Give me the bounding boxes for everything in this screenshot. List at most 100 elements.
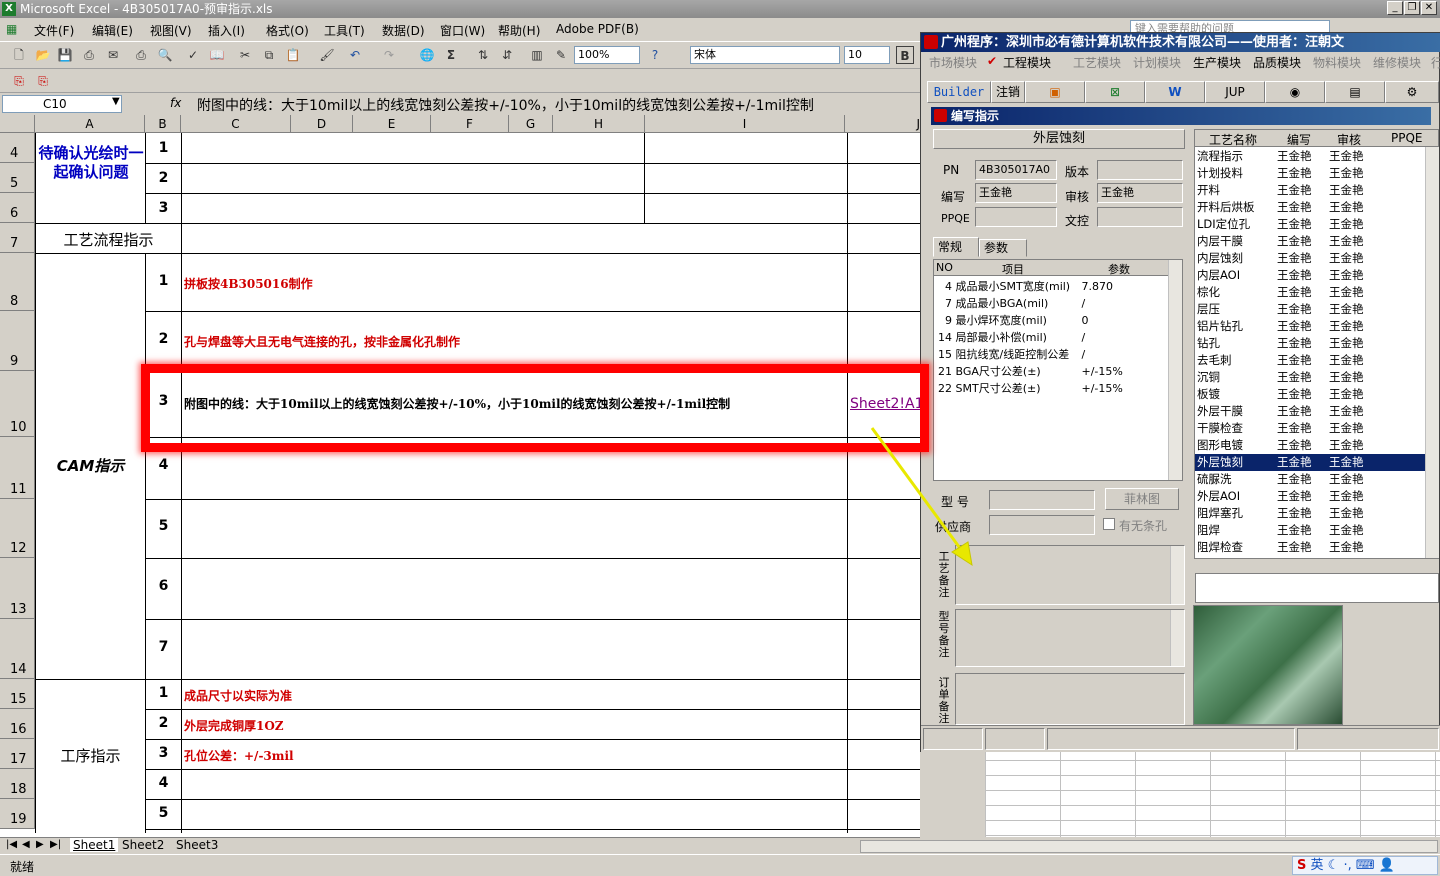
namebox-dropdown-icon[interactable]: ▼ <box>112 96 120 107</box>
col-header-f[interactable]: F <box>431 115 509 133</box>
tab-params[interactable]: 参数 <box>979 239 1027 257</box>
process-search-field[interactable] <box>1195 573 1439 603</box>
workbook-icon[interactable]: ▦ <box>6 22 17 36</box>
autosum-icon[interactable]: Σ <box>442 46 460 64</box>
process-row[interactable]: 沉铜 王金艳 王金艳 <box>1195 369 1428 386</box>
process-row[interactable]: 棕化 王金艳 王金艳 <box>1195 284 1428 301</box>
col-header-i[interactable]: I <box>645 115 845 133</box>
proc-header-name[interactable]: 工艺名称 <box>1209 131 1257 148</box>
fx-icon[interactable]: fx <box>170 96 181 110</box>
ime-lang[interactable]: 英 <box>1311 858 1324 873</box>
redo-icon[interactable]: ↷ <box>380 46 398 64</box>
writer-field[interactable]: 王金艳 <box>975 183 1057 203</box>
close-button[interactable]: ✕ <box>1421 1 1437 15</box>
row-header-12[interactable]: 12 <box>0 499 35 558</box>
spelling-icon[interactable]: ✓ <box>184 46 202 64</box>
module-engineering[interactable]: 工程模块 <box>1003 54 1051 71</box>
menu-file[interactable]: 文件(F) <box>34 22 74 39</box>
proc-header-ppqe[interactable]: PPQE <box>1391 131 1423 145</box>
row-header-17[interactable]: 17 <box>0 739 35 769</box>
row-header-6[interactable]: 6 <box>0 193 35 223</box>
menu-data[interactable]: 数据(D) <box>382 22 425 39</box>
ime-punct-icon[interactable]: ☾ ·, <box>1328 858 1352 873</box>
module-plan[interactable]: 计划模块 <box>1133 54 1181 71</box>
row-header-18[interactable]: 18 <box>0 769 35 799</box>
pdf-email-icon[interactable]: ⎘ <box>34 72 52 90</box>
proc-header-reviewer[interactable]: 审核 <box>1337 131 1361 148</box>
minimize-button[interactable]: _ <box>1387 1 1403 15</box>
process-row[interactable]: 板镀 王金艳 王金艳 <box>1195 386 1428 403</box>
reviewer-field[interactable]: 王金艳 <box>1097 183 1183 203</box>
row-header-9[interactable]: 9 <box>0 311 35 371</box>
process-row[interactable]: 开料 王金艳 王金艳 <box>1195 182 1428 199</box>
undo-icon[interactable]: ↶ <box>346 46 364 64</box>
model-field[interactable] <box>989 490 1095 510</box>
param-header-no[interactable]: NO <box>936 261 953 274</box>
font-name-select[interactable]: 宋体 <box>690 46 840 64</box>
excel-icon[interactable]: ⊠ <box>1085 81 1145 103</box>
row-header-4[interactable]: 4 <box>0 133 35 163</box>
tab-first-icon[interactable]: |◀ <box>6 839 17 850</box>
process-row[interactable]: 计划投料 王金艳 王金艳 <box>1195 165 1428 182</box>
ppqe-field[interactable] <box>975 207 1057 227</box>
film-map-button[interactable]: 菲林图 <box>1105 488 1179 510</box>
menu-window[interactable]: 窗口(W) <box>440 22 485 39</box>
module-more[interactable]: 行 <box>1431 54 1440 71</box>
name-box[interactable]: C10 <box>2 95 122 113</box>
proc-header-writer[interactable]: 编写 <box>1287 131 1311 148</box>
tab-last-icon[interactable]: ▶| <box>50 839 61 850</box>
cut-icon[interactable]: ✂ <box>236 46 254 64</box>
process-row[interactable]: 去毛刺 王金艳 王金艳 <box>1195 352 1428 369</box>
help-icon[interactable]: ? <box>646 46 664 64</box>
row-header-5[interactable]: 5 <box>0 163 35 193</box>
logout-button[interactable]: 注销 <box>991 81 1025 103</box>
row-header-19[interactable]: 19 <box>0 799 35 829</box>
process-list[interactable]: 工艺名称 编写 审核 PPQE 流程指示 王金艳 王金艳 计划投料 王金艳 王金艳 开料 王金… <box>1194 129 1439 559</box>
module-repair[interactable]: 维修模块 <box>1373 54 1421 71</box>
process-row[interactable]: 内层干膜 王金艳 王金艳 <box>1195 233 1428 250</box>
model-memo[interactable] <box>955 609 1185 667</box>
new-icon[interactable]: 🗋 <box>10 46 28 64</box>
supplier-field[interactable] <box>989 515 1095 535</box>
param-row[interactable]: 14 局部最小补偿(mil) / <box>936 329 1085 346</box>
row-header-14[interactable]: 14 <box>0 619 35 679</box>
menu-view[interactable]: 视图(V) <box>150 22 192 39</box>
row-header-7[interactable]: 7 <box>0 223 35 253</box>
hyperlink-icon[interactable]: 🌐 <box>418 46 436 64</box>
tab-sheet3[interactable]: Sheet3 <box>176 838 218 852</box>
permission-icon[interactable]: ⎙ <box>80 46 98 64</box>
process-list-scrollbar[interactable] <box>1425 147 1439 558</box>
menu-edit[interactable]: 编辑(E) <box>92 22 133 39</box>
process-row[interactable]: 外层干膜 王金艳 王金艳 <box>1195 403 1428 420</box>
row-header-11[interactable]: 11 <box>0 437 35 499</box>
tab-general[interactable]: 常规 <box>933 237 979 257</box>
row-header-15[interactable]: 15 <box>0 679 35 709</box>
process-row[interactable]: 干膜检查 王金艳 王金艳 <box>1195 420 1428 437</box>
print-preview-icon[interactable]: 🔍 <box>156 46 174 64</box>
process-row-selected[interactable]: 外层蚀刻 王金艳 王金艳 <box>1195 454 1428 471</box>
ppt-icon[interactable]: ▣ <box>1025 81 1085 103</box>
col-header-d[interactable]: D <box>291 115 353 133</box>
email-icon[interactable]: ✉ <box>104 46 122 64</box>
cam-item[interactable]: 孔与焊盘等大且无电气连接的孔，按非金属化孔制作 <box>184 333 460 350</box>
archive-icon[interactable]: ▤ <box>1325 81 1385 103</box>
process-row[interactable]: 钻孔 王金艳 王金艳 <box>1195 335 1428 352</box>
horizontal-scrollbar[interactable] <box>860 840 1438 853</box>
doc-field[interactable] <box>1097 207 1183 227</box>
param-row[interactable]: 15 阻抗线宽/线距控制公差 / <box>936 346 1085 363</box>
row-header-10[interactable]: 10 <box>0 371 35 437</box>
param-row[interactable]: 4 成品最小SMT宽度(mil) 7.870 <box>936 278 1113 295</box>
drawing-icon[interactable]: ✎ <box>552 46 570 64</box>
process-row[interactable]: LDI定位孔 王金艳 王金艳 <box>1195 216 1428 233</box>
open-icon[interactable]: 📂 <box>34 46 52 64</box>
print-icon[interactable]: ⎙ <box>132 46 150 64</box>
bold-button[interactable]: B <box>896 46 914 64</box>
tab-sheet1[interactable]: Sheet1 <box>70 838 119 852</box>
select-all-corner[interactable] <box>0 115 35 133</box>
order-memo[interactable] <box>955 673 1185 725</box>
process-row[interactable]: 铝片钻孔 王金艳 王金艳 <box>1195 318 1428 335</box>
paste-icon[interactable]: 📋 <box>284 46 302 64</box>
col-header-e[interactable]: E <box>353 115 431 133</box>
param-row[interactable]: 9 最小焊环宽度(mil) 0 <box>936 312 1089 329</box>
module-production[interactable]: 生产模块 <box>1193 54 1241 71</box>
